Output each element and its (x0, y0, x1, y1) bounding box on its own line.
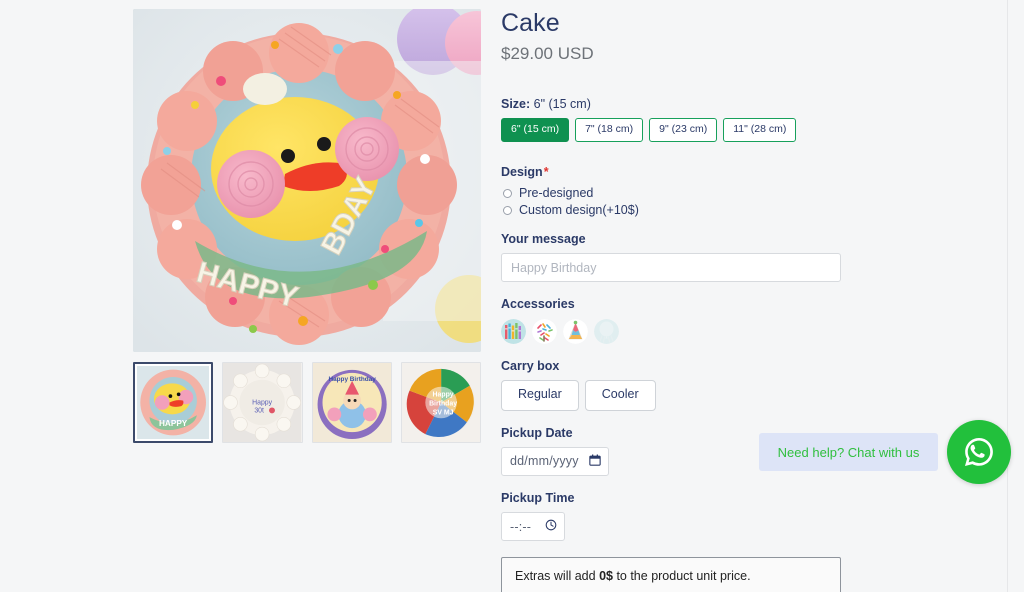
svg-text:HAPPY: HAPPY (159, 419, 188, 428)
thumbnail-2[interactable]: Happy Birthday (311, 362, 392, 443)
carry-box-options: Regular Cooler (501, 379, 841, 411)
svg-text:Happy: Happy (252, 399, 273, 406)
size-label: Size: 6" (15 cm) (501, 96, 841, 112)
carry-box-option-cooler[interactable]: Cooler (584, 379, 656, 411)
svg-text:Birthday: Birthday (429, 400, 457, 407)
radio-icon[interactable] (503, 188, 512, 198)
radio-icon[interactable] (503, 205, 512, 215)
product-details: Cake $29.00 USD Size: 6" (15 cm) 6" (15 … (501, 8, 841, 592)
product-page: HAPPY BDAY HAPPY Happy 30t Happy Birthda… (0, 0, 1024, 592)
svg-text:30t: 30t (255, 407, 265, 414)
extras-amount: 0$ (599, 569, 613, 584)
page-right-divider (1007, 0, 1008, 592)
size-option-1[interactable]: 7" (18 cm) (575, 118, 644, 142)
size-options: 6" (15 cm) 7" (18 cm) 9" (23 cm) 11" (28… (501, 118, 841, 142)
pickup-date-placeholder: dd/mm/yyyy (510, 454, 579, 469)
pickup-time-label: Pickup Time (501, 490, 575, 505)
svg-text:Happy: Happy (432, 392, 453, 399)
whatsapp-icon (964, 437, 993, 467)
extras-text-before: Extras will add (515, 569, 600, 584)
svg-text:SV MJ: SV MJ (432, 409, 453, 416)
design-option-custom-design[interactable]: Custom design(+10$) (503, 203, 841, 217)
size-option-2[interactable]: 9" (23 cm) (649, 118, 718, 142)
balloon-icon[interactable] (594, 318, 619, 344)
size-selected-value: 6" (15 cm) (530, 97, 591, 111)
design-label: Design* (501, 164, 841, 180)
pickup-time-placeholder: --:-- (510, 519, 532, 534)
design-required-mark: * (543, 164, 549, 179)
message-input[interactable] (501, 253, 841, 283)
whatsapp-bubble-text: Need help? Chat with us (777, 444, 920, 460)
carry-box-label: Carry box (501, 358, 560, 373)
thumbnail-3[interactable]: Happy Birthday SV MJ (400, 362, 481, 443)
main-product-image[interactable]: HAPPY BDAY (133, 9, 481, 352)
pickup-date-input[interactable]: dd/mm/yyyy (501, 446, 609, 476)
sprinkles-icon[interactable] (532, 318, 557, 344)
message-label: Your message (501, 232, 586, 247)
thumbnail-1[interactable]: Happy 30t (222, 362, 303, 443)
accessories-label: Accessories (501, 297, 575, 312)
size-option-0[interactable]: 6" (15 cm) (501, 118, 570, 142)
product-title: Cake (501, 9, 560, 37)
design-option-label: Custom design(+10$) (519, 203, 639, 218)
clock-icon[interactable] (545, 519, 557, 534)
size-label-prefix: Size: (501, 97, 531, 111)
size-option-3[interactable]: 11" (28 cm) (723, 118, 797, 142)
thumbnail-list: HAPPY Happy 30t Happy Birthday Happy Bir… (133, 362, 481, 443)
design-label-text: Design (501, 164, 543, 179)
pickup-time-input[interactable]: --:-- (501, 512, 565, 542)
svg-text:Happy Birthday: Happy Birthday (328, 376, 376, 383)
whatsapp-button[interactable] (947, 420, 1011, 484)
design-option-pre-designed[interactable]: Pre-designed (503, 186, 841, 200)
extras-text-after: to the product unit price. (612, 569, 751, 584)
product-price: $29.00 USD (501, 44, 594, 63)
candles-icon[interactable] (501, 318, 526, 344)
party-hat-icon[interactable] (563, 318, 588, 344)
whatsapp-chat-bubble[interactable]: Need help? Chat with us (759, 433, 938, 471)
carry-box-option-regular[interactable]: Regular (501, 379, 579, 411)
product-gallery: HAPPY BDAY HAPPY Happy 30t Happy Birthda… (133, 9, 481, 443)
thumbnail-0[interactable]: HAPPY (133, 362, 214, 443)
calendar-icon[interactable] (589, 454, 601, 469)
design-option-label: Pre-designed (519, 186, 594, 201)
extras-notice: Extras will add 0$ to the product unit p… (501, 557, 841, 592)
accessories-options (501, 318, 841, 344)
